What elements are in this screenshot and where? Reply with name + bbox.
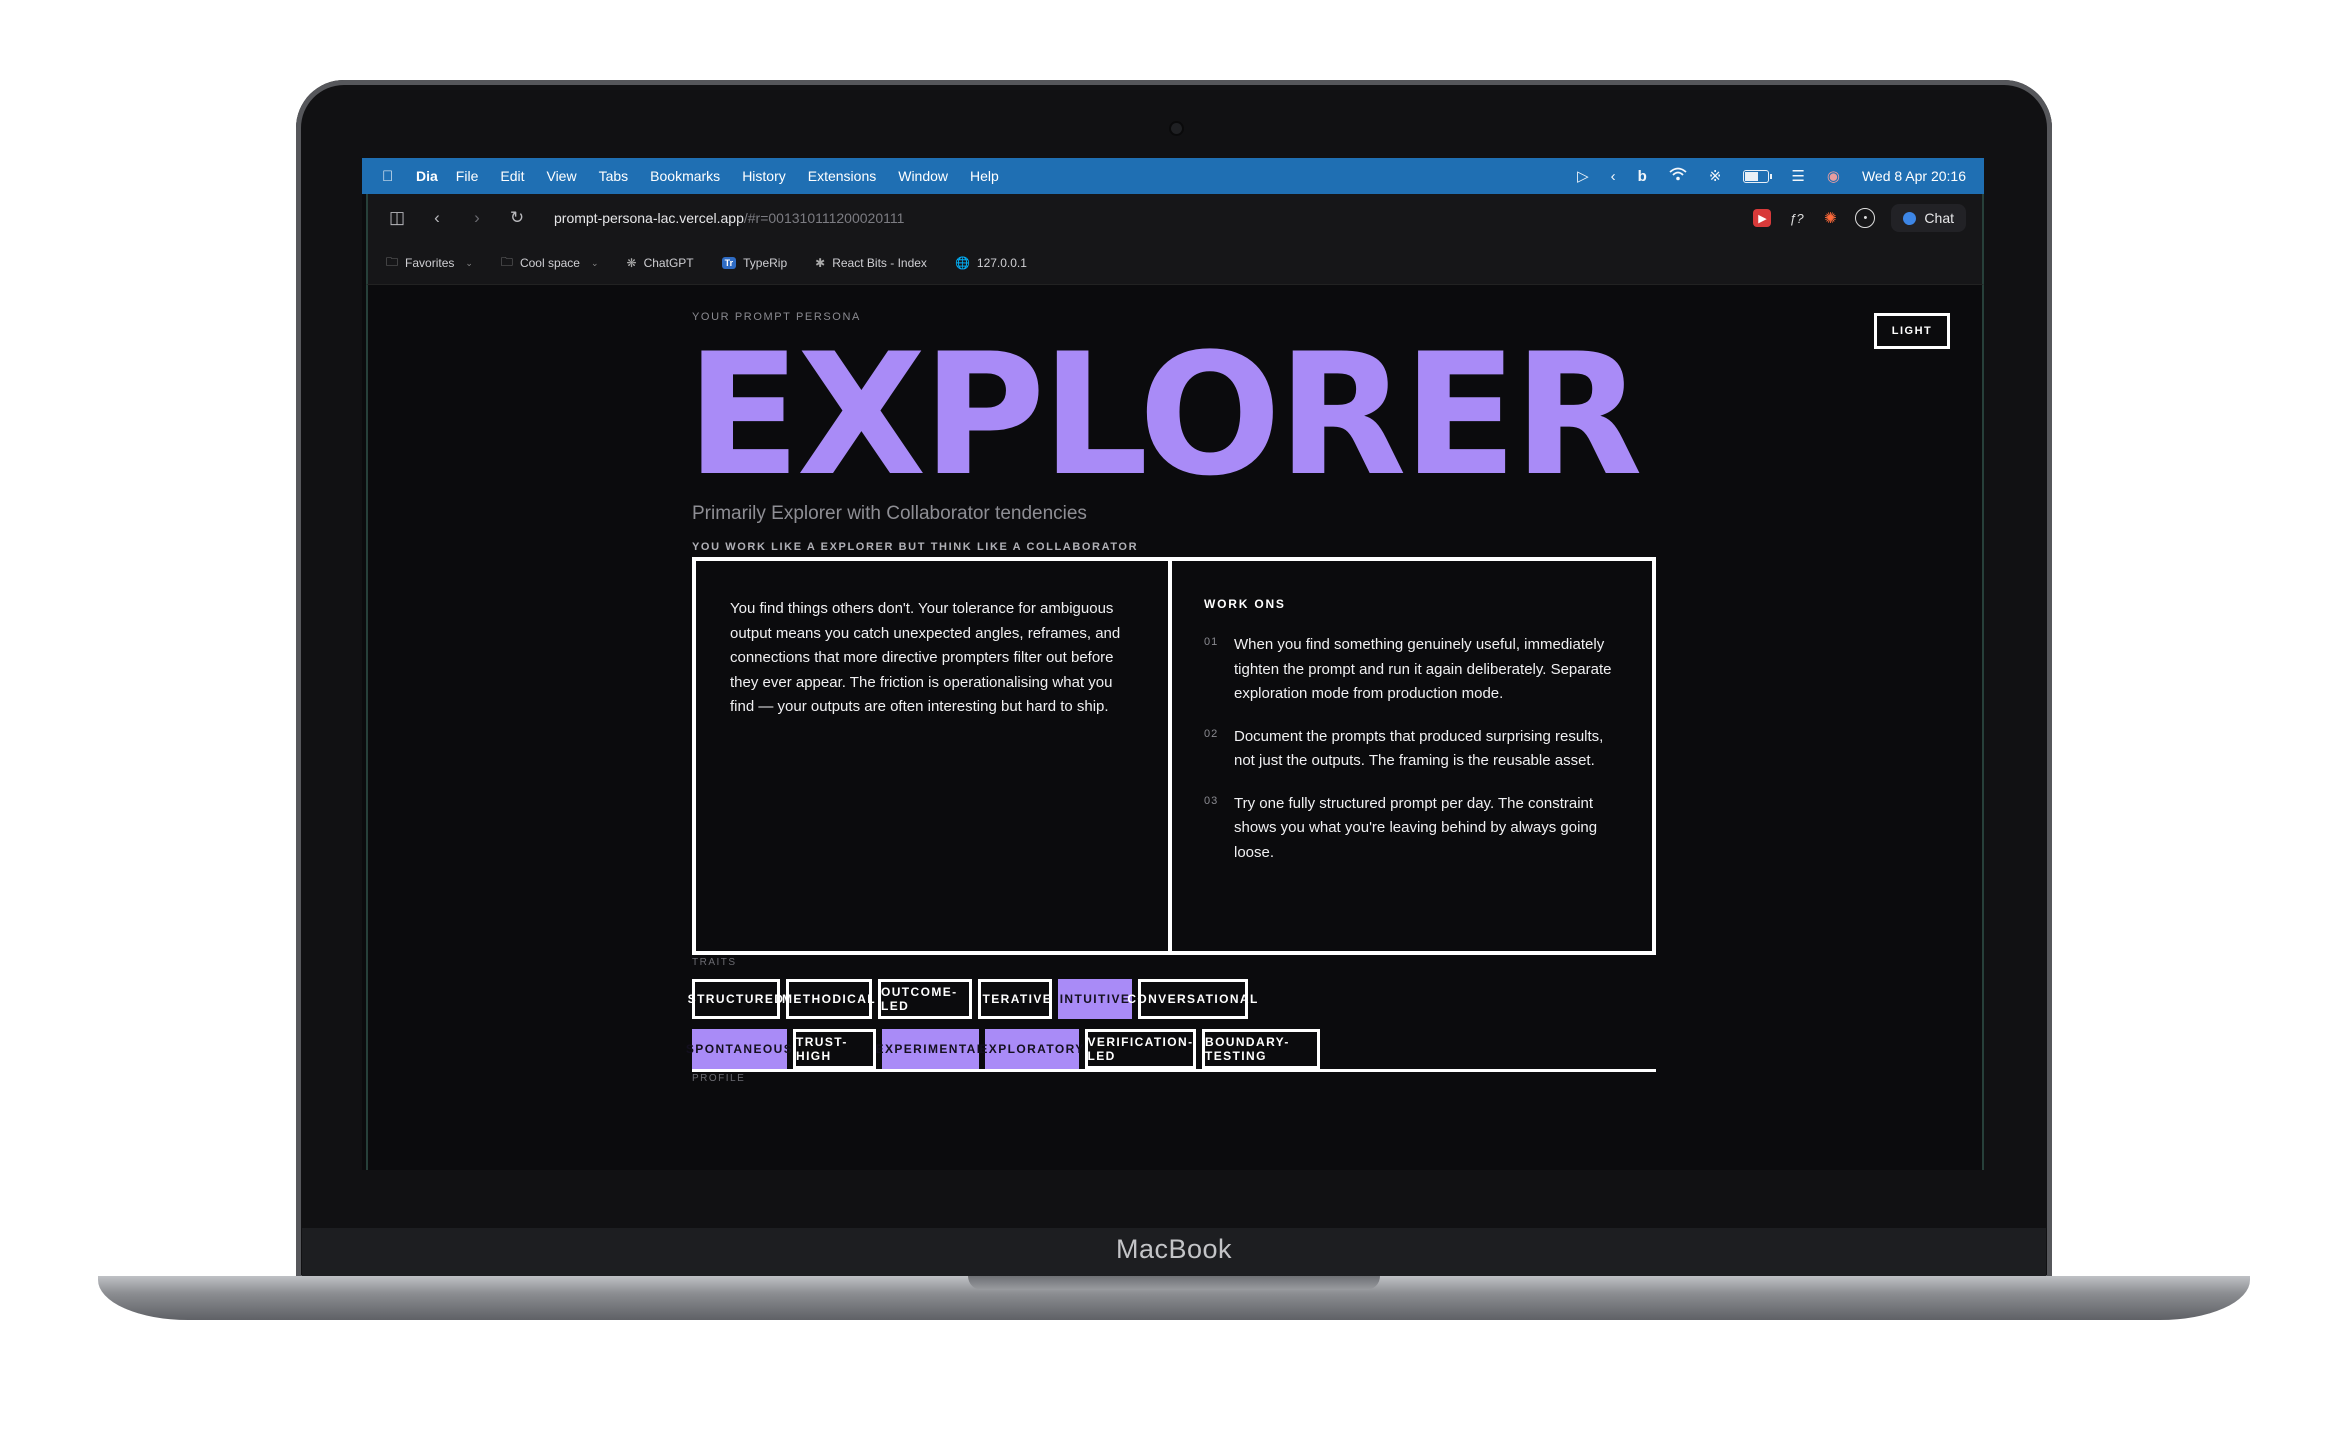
- password-extension-icon[interactable]: •: [1855, 208, 1876, 228]
- bookmark-favorites[interactable]: 🗀 Favorites ⌄: [386, 253, 473, 274]
- persona-title: EXPLORER: [686, 317, 1643, 513]
- trait-conversational[interactable]: CONVERSATIONAL: [1127, 979, 1257, 1019]
- profile-label: PROFILE: [692, 1073, 746, 1084]
- traits-divider: [692, 1069, 1656, 1072]
- apple-icon[interactable]: : [382, 168, 404, 185]
- reload-icon[interactable]: ↻: [506, 208, 528, 228]
- macbook-label: MacBook: [1115, 1234, 1233, 1264]
- back-icon[interactable]: ‹: [426, 208, 448, 228]
- bookmark-label: React Bits - Index: [832, 256, 927, 270]
- chevron-left-icon[interactable]: ‹: [1611, 168, 1616, 185]
- bookmark-react-bits[interactable]: ✱ React Bits - Index: [815, 256, 927, 270]
- menu-bar-status: ▷ ‹ b ※ ☰ ◉ Wed 8 Apr 20:16: [1577, 158, 1966, 194]
- trait-methodical[interactable]: METHODICAL: [782, 979, 875, 1019]
- menu-bookmarks[interactable]: Bookmarks: [650, 168, 720, 184]
- camera-icon: [1171, 123, 1182, 134]
- b-app-icon[interactable]: b: [1638, 168, 1647, 185]
- globe-icon: 🌐: [954, 256, 970, 270]
- persona-description: You find things others don't. Your toler…: [696, 561, 1172, 951]
- trait-outcome-led[interactable]: OUTCOME-LED: [878, 979, 972, 1019]
- work-on-number: 03: [1204, 794, 1219, 807]
- toolbar-extensions: ▶ ƒ? ✺ • Chat: [1753, 194, 1966, 242]
- folder-icon: 🗀: [386, 254, 399, 269]
- react-bits-icon: ✱: [815, 256, 826, 270]
- work-on-item: 02 Document the prompts that produced su…: [1204, 725, 1616, 774]
- trait-verification-led[interactable]: VERIFICATION-LED: [1085, 1029, 1196, 1069]
- trait-exploratory[interactable]: EXPLORATORY: [979, 1029, 1083, 1069]
- theme-toggle-button[interactable]: LIGHT: [1874, 313, 1950, 349]
- bookmark-localhost[interactable]: 🌐 127.0.0.1: [955, 256, 1027, 270]
- font-extension-icon[interactable]: ƒ?: [1787, 209, 1805, 227]
- menu-edit[interactable]: Edit: [500, 168, 524, 184]
- persona-subtitle: Primarily Explorer with Collaborator ten…: [692, 503, 1087, 524]
- url-host: prompt-persona-lac.vercel.app: [554, 210, 744, 226]
- avatar-icon[interactable]: ◉: [1827, 167, 1840, 185]
- bookmark-chatgpt[interactable]: ❋ ChatGPT: [627, 256, 694, 270]
- folder-icon: 🗀: [500, 254, 513, 269]
- bookmark-label: 127.0.0.1: [976, 256, 1027, 270]
- trait-intuitive[interactable]: INTUITIVE: [1058, 979, 1132, 1019]
- persona-tagline: YOU WORK LIKE A EXPLORER BUT THINK LIKE …: [692, 541, 1139, 553]
- bookmark-label: Favorites: [405, 256, 455, 270]
- laptop-base-notch: [968, 1276, 1380, 1290]
- page-content: YOUR PROMPT PERSONA LIGHT EXPLORER Prima…: [366, 285, 1984, 1170]
- sidebar-toggle-icon[interactable]: ◫: [386, 208, 408, 228]
- work-ons-section: WORK ONS 01 When you find something genu…: [1172, 561, 1652, 951]
- bluetooth-icon[interactable]: ※: [1709, 167, 1722, 185]
- menu-app-name[interactable]: Dia: [416, 168, 438, 184]
- bookmark-label: ChatGPT: [643, 256, 694, 270]
- trait-trust-high[interactable]: TRUST-HIGH: [793, 1029, 876, 1069]
- work-on-item: 03 Try one fully structured prompt per d…: [1204, 792, 1616, 866]
- trait-experimental[interactable]: EXPERIMENTAL: [876, 1029, 984, 1069]
- menu-help[interactable]: Help: [970, 168, 999, 184]
- persona-panel: You find things others don't. Your toler…: [692, 557, 1656, 955]
- menu-window[interactable]: Window: [898, 168, 948, 184]
- trait-iterative[interactable]: ITERATIVE: [978, 979, 1052, 1019]
- bookmark-typerip[interactable]: Tr TypeRip: [721, 256, 788, 270]
- control-center-icon[interactable]: ☰: [1791, 167, 1804, 185]
- screen:  Dia File Edit View Tabs Bookmarks Hist…: [362, 158, 1984, 1170]
- traits-label: TRAITS: [692, 957, 737, 968]
- trait-boundary-testing[interactable]: BOUNDARY-TESTING: [1202, 1029, 1320, 1069]
- trait-structured[interactable]: STRUCTURED: [688, 979, 783, 1019]
- menu-file[interactable]: File: [456, 168, 479, 184]
- chat-button[interactable]: Chat: [1891, 204, 1966, 232]
- browser-toolbar: ◫ ‹ › ↻ prompt-persona-lac.vercel.app/#r…: [366, 194, 1984, 242]
- battery-icon[interactable]: [1743, 169, 1773, 183]
- work-on-item: 01 When you find something genuinely use…: [1204, 633, 1616, 707]
- address-bar[interactable]: prompt-persona-lac.vercel.app/#r=0013101…: [554, 210, 904, 226]
- work-on-text: When you find something genuinely useful…: [1234, 636, 1612, 702]
- chat-bubble-icon: [1903, 211, 1917, 225]
- bookmark-cool-space[interactable]: 🗀 Cool space ⌄: [501, 253, 599, 274]
- menu-tabs[interactable]: Tabs: [599, 168, 629, 184]
- chat-label: Chat: [1924, 210, 1954, 226]
- bookmark-label: TypeRip: [743, 256, 788, 270]
- menu-bar:  Dia File Edit View Tabs Bookmarks Hist…: [362, 158, 1984, 194]
- bookmark-label: Cool space: [519, 256, 580, 270]
- menu-clock[interactable]: Wed 8 Apr 20:16: [1862, 168, 1966, 184]
- work-on-number: 02: [1204, 727, 1219, 740]
- menu-extensions[interactable]: Extensions: [808, 168, 876, 184]
- work-on-number: 01: [1204, 636, 1219, 648]
- work-on-text: Try one fully structured prompt per day.…: [1234, 794, 1598, 861]
- trait-spontaneous[interactable]: SPONTANEOUS: [686, 1029, 792, 1069]
- menu-history[interactable]: History: [742, 168, 786, 184]
- spark-extension-icon[interactable]: ✺: [1821, 209, 1839, 227]
- chevron-down-icon: ⌄: [590, 257, 599, 268]
- chevron-down-icon: ⌄: [465, 257, 473, 268]
- play-icon[interactable]: ▷: [1577, 167, 1589, 185]
- forward-icon[interactable]: ›: [466, 208, 488, 228]
- work-ons-heading: WORK ONS: [1204, 597, 1286, 611]
- video-extension-icon[interactable]: ▶: [1753, 209, 1772, 227]
- menu-view[interactable]: View: [546, 168, 576, 184]
- chatgpt-icon: ❋: [626, 256, 637, 270]
- work-on-text: Document the prompts that produced surpr…: [1234, 727, 1604, 770]
- url-path: /#r=00131011120002011​1: [743, 210, 905, 226]
- bookmarks-bar: 🗀 Favorites ⌄ 🗀 Cool space ⌄ ❋ ChatGPT T…: [366, 242, 1984, 285]
- typerip-icon: Tr: [721, 257, 737, 269]
- wifi-icon[interactable]: [1669, 167, 1687, 185]
